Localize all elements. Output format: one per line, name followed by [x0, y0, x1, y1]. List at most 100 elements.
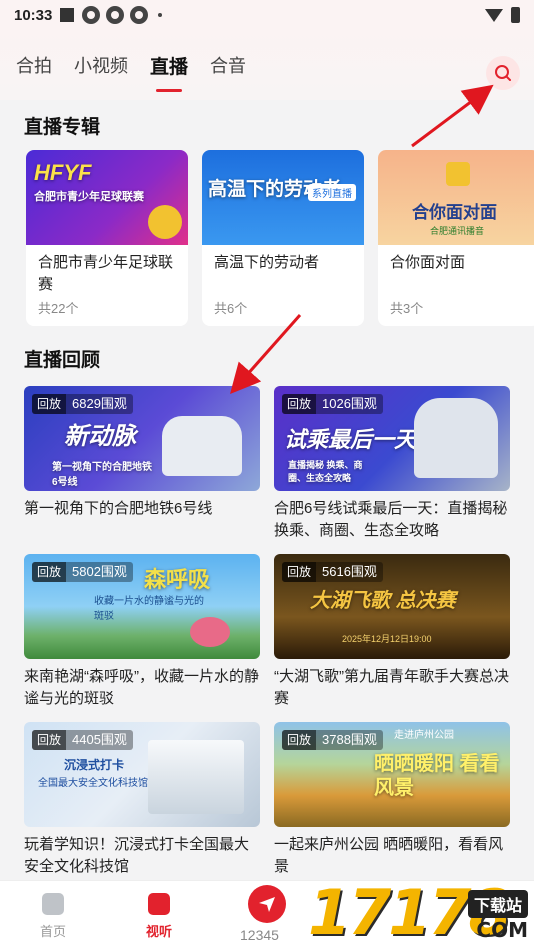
- send-icon: [259, 897, 275, 912]
- tab-hepai[interactable]: 合拍: [16, 52, 52, 78]
- album-name: 合你面对面: [390, 254, 466, 271]
- tab-live[interactable]: 直播: [150, 52, 188, 92]
- home-icon: [42, 893, 64, 915]
- replay-caption: 合肥6号线试乘最后一天：直播揭秘换乘、商圈、生态全攻略: [274, 500, 508, 539]
- replay-tag: 回放: [32, 730, 67, 750]
- watermark-suffix: COM: [476, 918, 528, 942]
- album-count: 共6个: [214, 301, 248, 316]
- replay-thumbnail: 沉浸式打卡 全国最大安全文化科技馆 回放 4405围观: [24, 722, 260, 827]
- replay-thumb-title: 晒晒暖阳 看看风景: [374, 753, 500, 799]
- app-notification-icon: [130, 6, 149, 24]
- replay-views: 5616围观: [322, 564, 377, 579]
- play-icon: [148, 893, 170, 915]
- tab-heyin[interactable]: 合音: [210, 52, 246, 78]
- replay-views: 1026围观: [322, 396, 377, 411]
- replay-thumbnail: 新动脉 第一视角下的合肥地铁6号线 回放 6829围观: [24, 386, 260, 491]
- album-thumb-title: HFYF: [34, 160, 92, 185]
- search-button[interactable]: [486, 56, 520, 90]
- replay-caption: 第一视角下的合肥地铁6号线: [24, 500, 213, 517]
- replay-views: 3788围观: [322, 732, 377, 747]
- search-icon: [495, 65, 511, 81]
- replay-thumb-subtitle: 2025年12月12日19:00: [342, 634, 432, 644]
- album-thumbnail: HFYF 合肥市青少年足球联赛: [26, 150, 188, 245]
- replay-thumb-title: 大湖飞歌 总决赛: [310, 590, 456, 612]
- replay-card[interactable]: 新动脉 第一视角下的合肥地铁6号线 回放 6829围观 第一视角下的合肥地铁6号…: [24, 386, 260, 520]
- pause-icon: [446, 162, 470, 186]
- app-notification-icon: [106, 6, 125, 24]
- replay-thumbnail: 大湖飞歌 总决赛 2025年12月12日19:00 回放 5616围观: [274, 554, 510, 659]
- replay-card[interactable]: 晒晒暖阳 看看风景 走进庐州公园 回放 3788围观 一起来庐州公园 晒晒暖阳，…: [274, 722, 510, 878]
- replay-badge: 回放 4405围观: [32, 730, 133, 750]
- album-thumb-subtitle: 合肥市青少年足球联赛: [34, 191, 144, 203]
- album-name: 合肥市青少年足球联赛: [38, 254, 174, 293]
- replay-thumbnail: 森呼吸 收藏一片水的静谧与光的斑驳 回放 5802围观: [24, 554, 260, 659]
- top-tab-bar: 合拍 小视频 直播 合音: [0, 30, 534, 100]
- replay-caption: 玩着学知识！沉浸式打卡全国最大安全文化科技馆: [24, 836, 250, 875]
- replay-tag: 回放: [32, 394, 67, 414]
- nav-home[interactable]: 首页: [18, 893, 88, 940]
- replay-badge: 回放 6829围观: [32, 394, 133, 414]
- flower-tree-image: [190, 617, 230, 647]
- replay-card[interactable]: 大湖飞歌 总决赛 2025年12月12日19:00 回放 5616围观 “大湖飞…: [274, 554, 510, 710]
- replay-thumb-subtitle: 直播揭秘 换乘、商圈、生态全攻略: [288, 460, 363, 483]
- more-notifications-icon: [158, 13, 163, 17]
- hotline-button[interactable]: [248, 885, 286, 923]
- arrow-to-search: [411, 84, 494, 148]
- replay-thumb-title: 森呼吸: [144, 567, 211, 592]
- replay-thumbnail: 试乘最后一天 直播揭秘 换乘、商圈、生态全攻略 回放 1026围观: [274, 386, 510, 491]
- album-list: HFYF 合肥市青少年足球联赛 合肥市青少年足球联赛 共22个 高温下的劳动者 …: [26, 150, 534, 326]
- album-thumb-title: 合你面对面: [412, 203, 497, 222]
- replay-thumb-title: 新动脉: [64, 423, 136, 450]
- train-image: [414, 398, 498, 478]
- album-thumbnail: 高温下的劳动者 系列直播: [202, 150, 364, 245]
- replay-thumbnail: 晒晒暖阳 看看风景 走进庐州公园 回放 3788围观: [274, 722, 510, 827]
- replay-views: 6829围观: [72, 396, 127, 411]
- replay-views: 4405围观: [72, 732, 127, 747]
- tab-short-video[interactable]: 小视频: [74, 52, 128, 78]
- replay-views: 5802围观: [72, 564, 127, 579]
- replay-card[interactable]: 森呼吸 收藏一片水的静谧与光的斑驳 回放 5802围观 来南艳湖“森呼吸”，收藏…: [24, 554, 260, 710]
- replay-section-title: 直播回顾: [24, 350, 101, 371]
- replay-badge: 回放 3788围观: [282, 730, 383, 750]
- replay-card[interactable]: 沉浸式打卡 全国最大安全文化科技馆 回放 4405围观 玩着学知识！沉浸式打卡全…: [24, 722, 260, 878]
- replay-card[interactable]: 试乘最后一天 直播揭秘 换乘、商圈、生态全攻略 回放 1026围观 合肥6号线试…: [274, 386, 510, 542]
- app-notification-icon: [82, 6, 101, 24]
- replay-caption: “大湖飞歌”第九届青年歌手大赛总决赛: [274, 668, 509, 707]
- building-image: [148, 740, 244, 814]
- football-icon: [148, 205, 182, 239]
- album-count: 共22个: [38, 301, 79, 316]
- status-bar: 10:33: [0, 0, 534, 30]
- album-thumb-subtitle: 系列直播: [308, 184, 356, 201]
- replay-tag: 回放: [282, 562, 317, 582]
- album-card[interactable]: 合你面对面 合肥通讯播音 合你面对面 共3个: [378, 150, 534, 326]
- albums-section-title: 直播专辑: [24, 117, 101, 138]
- replay-thumb-subtitle: 收藏一片水的静谧与光的斑驳: [94, 596, 204, 622]
- battery-icon: [511, 7, 520, 23]
- notification-icon: [60, 8, 75, 22]
- watermark-label: 下载站: [467, 890, 528, 918]
- replay-badge: 回放 5802围观: [32, 562, 133, 582]
- wifi-icon: [485, 8, 503, 22]
- replay-caption: 来南艳湖“森呼吸”，收藏一片水的静谧与光的斑驳: [24, 668, 259, 707]
- nav-listen-label: 视听: [145, 924, 172, 939]
- replay-thumb-title: 试乘最后一天: [284, 427, 417, 452]
- replay-thumb-subtitle: 第一视角下的合肥地铁6号线: [52, 462, 152, 488]
- replay-badge: 回放 1026围观: [282, 394, 383, 414]
- replay-thumb-subtitle: 走进庐州公园: [394, 730, 454, 741]
- nav-listen[interactable]: 视听: [124, 893, 194, 940]
- replay-badge: 回放 5616围观: [282, 562, 383, 582]
- replay-thumb-title: 沉浸式打卡: [64, 758, 125, 772]
- album-name: 高温下的劳动者: [214, 254, 320, 271]
- album-card[interactable]: HFYF 合肥市青少年足球联赛 合肥市青少年足球联赛 共22个: [26, 150, 188, 326]
- replay-tag: 回放: [282, 394, 317, 414]
- album-thumbnail: 合你面对面 合肥通讯播音: [378, 150, 534, 245]
- album-count: 共3个: [390, 301, 424, 316]
- site-watermark: 17178 下载站 COM: [308, 872, 534, 950]
- train-image: [162, 416, 242, 476]
- replay-tag: 回放: [282, 730, 317, 750]
- album-card[interactable]: 高温下的劳动者 系列直播 高温下的劳动者 共6个: [202, 150, 364, 326]
- replay-tag: 回放: [32, 562, 67, 582]
- status-time: 10:33: [14, 6, 53, 24]
- nav-home-label: 首页: [39, 924, 66, 939]
- replay-thumb-subtitle: 全国最大安全文化科技馆: [38, 778, 148, 789]
